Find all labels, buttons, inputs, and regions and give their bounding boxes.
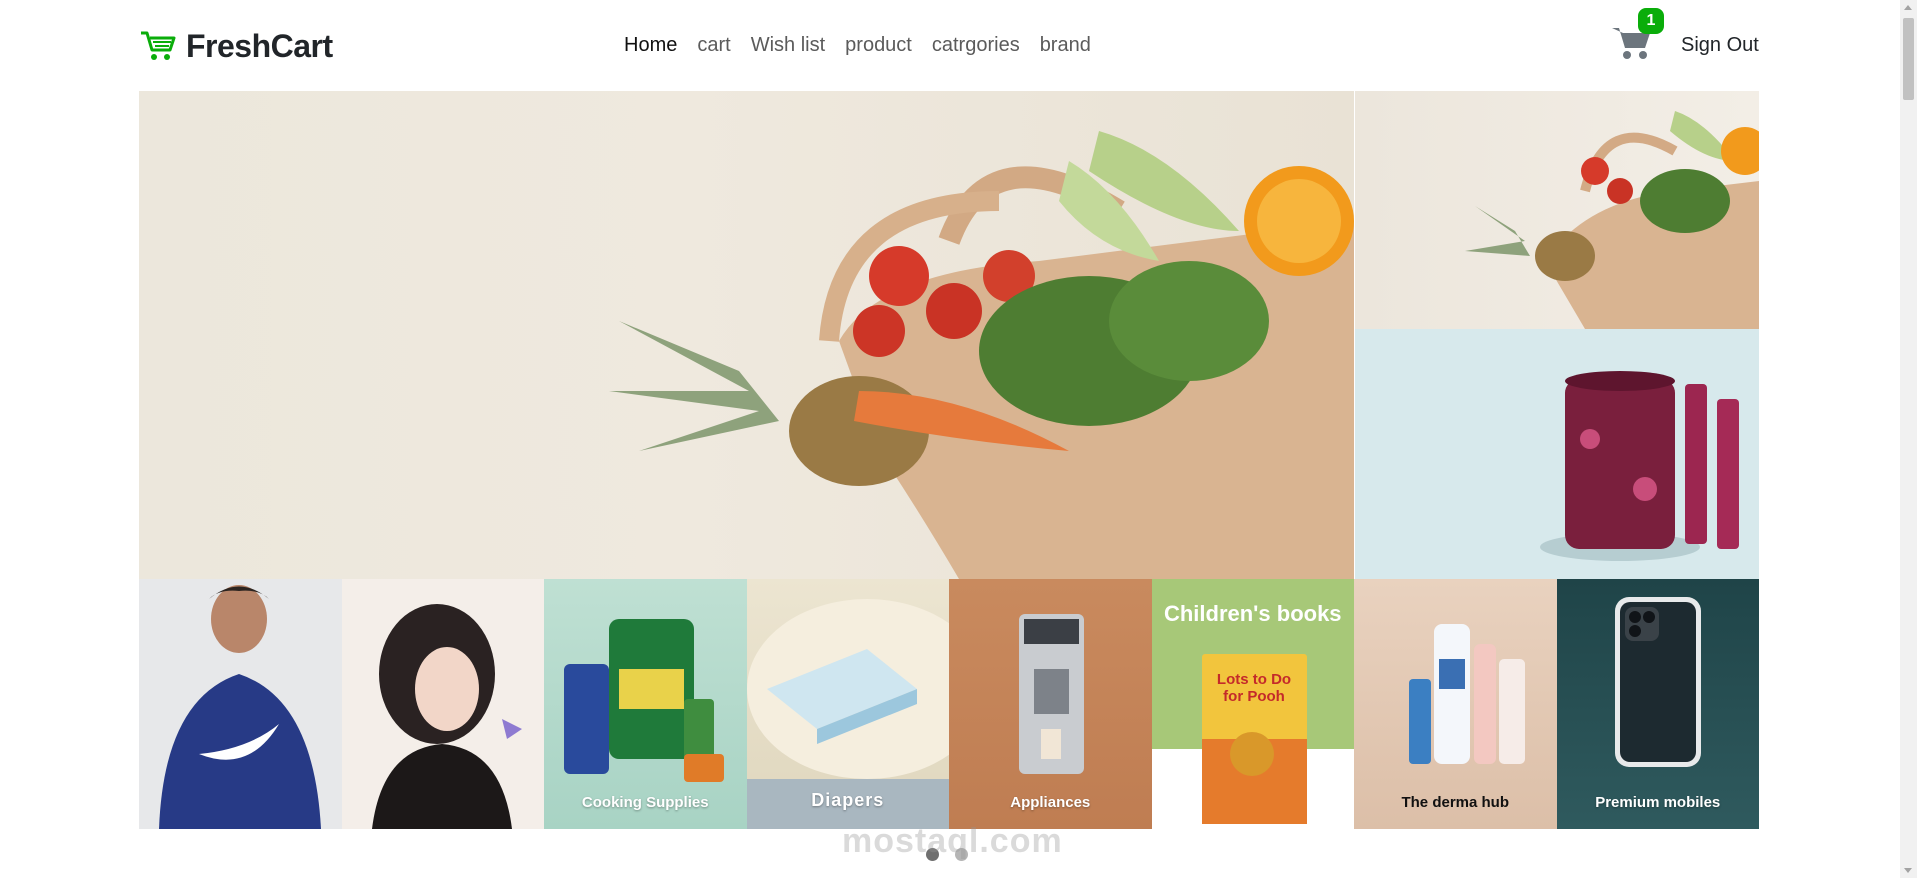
signout-link[interactable]: Sign Out <box>1681 30 1759 60</box>
nav-link-product[interactable]: product <box>835 30 922 60</box>
category-slider[interactable]: Cooking Supplies Diapers Appliances Chil… <box>139 579 1759 829</box>
category-caption: Premium mobiles <box>1595 794 1721 811</box>
page-scrollbar[interactable] <box>1900 0 1917 878</box>
category-card-childrens-books[interactable]: Children's books Lots to Do for Pooh <box>1151 579 1354 829</box>
nav-link-brand[interactable]: brand <box>1030 30 1101 60</box>
category-card-diapers[interactable]: Diapers <box>746 579 949 829</box>
category-caption: The derma hub <box>1401 794 1509 811</box>
category-card-derma[interactable]: The derma hub <box>1354 579 1557 829</box>
nav-link-cart[interactable]: cart <box>687 30 740 60</box>
category-card-women-fashion[interactable] <box>341 579 544 829</box>
category-card-mobiles[interactable]: Premium mobiles <box>1556 579 1759 829</box>
cart-count-badge: 1 <box>1638 8 1664 34</box>
nav-link-home[interactable]: Home <box>614 30 687 60</box>
nav-links: Home cart Wish list product catrgories b… <box>614 30 1101 60</box>
cart-logo-icon <box>140 30 176 62</box>
brand-logo[interactable]: FreshCart <box>140 26 333 66</box>
scroll-thumb[interactable] <box>1903 18 1914 100</box>
scroll-up-icon[interactable] <box>1904 5 1912 10</box>
category-card-men-fashion[interactable] <box>139 579 342 829</box>
navbar: FreshCart Home cart Wish list product ca… <box>0 0 1900 90</box>
brand-name: FreshCart <box>186 27 333 64</box>
cart-button[interactable]: 1 <box>1610 8 1664 62</box>
category-card-appliances[interactable]: Appliances <box>949 579 1152 829</box>
scroll-down-icon[interactable] <box>1904 868 1912 873</box>
watermark: mostaql.com <box>842 822 1063 860</box>
category-caption: Appliances <box>1010 794 1091 811</box>
category-caption: Diapers <box>811 790 885 810</box>
book-cover-title: Lots to Do for Pooh <box>1216 671 1292 705</box>
nav-link-wishlist[interactable]: Wish list <box>741 30 835 60</box>
category-card-cooking-supplies[interactable]: Cooking Supplies <box>544 579 747 829</box>
side-banner-red-velvet <box>1355 329 1759 579</box>
main-slider-image <box>139 91 1354 579</box>
category-caption: Cooking Supplies <box>581 794 709 811</box>
side-banner-vegetables <box>1355 91 1759 329</box>
nav-link-categories[interactable]: catrgories <box>922 30 1030 60</box>
